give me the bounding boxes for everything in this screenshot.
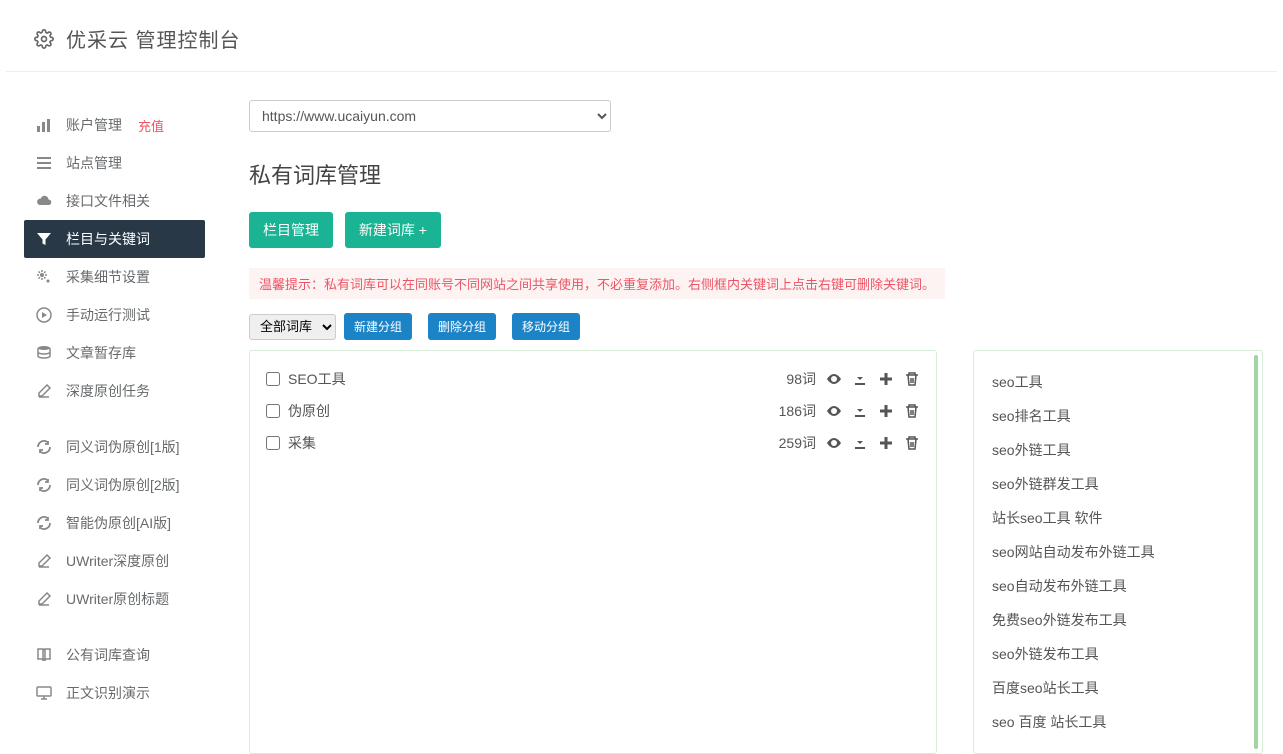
word-count: 186词 [779,401,816,421]
sidebar-item-label: 栏目与关键词 [66,229,150,249]
row-checkbox[interactable] [266,436,280,450]
sidebar-item[interactable]: 智能伪原创[AI版] [24,504,205,542]
wordlib-row: 伪原创 186词 [266,395,920,427]
group-select[interactable]: 全部词库 [249,314,336,340]
keyword-item[interactable]: seo网站自动发布外链工具 [992,535,1244,569]
download-icon[interactable] [852,371,868,387]
sidebar-item[interactable]: 文章暂存库 [24,334,205,372]
filter-icon [36,231,52,247]
download-icon[interactable] [852,435,868,451]
edit-icon [36,591,52,607]
recharge-badge[interactable]: 充值 [138,116,164,135]
plus-icon[interactable] [878,371,894,387]
wordlib-name[interactable]: 采集 [288,433,316,453]
row-checkbox[interactable] [266,404,280,418]
new-wordlib-button[interactable]: 新建词库 + [345,212,441,248]
sidebar-item[interactable]: UWriter原创标题 [24,580,205,618]
word-count: 259词 [779,433,816,453]
sidebar-item-label: 同义词伪原创[1版] [66,437,180,457]
wordlib-row: 采集 259词 [266,427,920,459]
sidebar-item[interactable]: UWriter深度原创 [24,542,205,580]
keyword-item[interactable]: seo自动发布外链工具 [992,569,1244,603]
page-title: 私有词库管理 [249,158,1263,190]
sidebar-item-label: 接口文件相关 [66,191,150,211]
book-icon [36,647,52,663]
sidebar-item[interactable]: 手动运行测试 [24,296,205,334]
wordlib-name[interactable]: 伪原创 [288,401,330,421]
sidebar-item-label: 站点管理 [66,153,122,173]
word-count: 98词 [786,369,816,389]
gear-icon [34,29,54,49]
sidebar-item[interactable]: 公有词库查询 [24,636,205,674]
eye-icon[interactable] [826,371,842,387]
list-icon [36,155,52,171]
wordlib-list-panel: SEO工具 98词伪原创 186词采集 259词 [249,350,937,754]
keyword-item[interactable]: seo工具 [992,365,1244,399]
sidebar-item-label: 文章暂存库 [66,343,136,363]
column-manage-button[interactable]: 栏目管理 [249,212,333,248]
sidebar-item[interactable]: 栏目与关键词 [24,220,205,258]
keyword-item[interactable]: 百度seo站长工具 [992,671,1244,705]
keyword-list-panel: seo工具seo排名工具seo外链工具seo外链群发工具站长seo工具 软件se… [973,350,1263,754]
main-content: https://www.ucaiyun.com 私有词库管理 栏目管理 新建词库… [215,86,1283,754]
sidebar-item[interactable]: 正文识别演示 [24,674,205,712]
site-select[interactable]: https://www.ucaiyun.com [249,100,611,132]
warning-tip: 温馨提示：私有词库可以在同账号不同网站之间共享使用，不必重复添加。右侧框内关键词… [249,268,945,299]
edit-icon [36,383,52,399]
row-checkbox[interactable] [266,372,280,386]
sidebar-item[interactable]: 深度原创任务 [24,372,205,410]
refresh-icon [36,515,52,531]
cloud-icon [36,193,52,209]
sidebar-item[interactable]: 接口文件相关 [24,182,205,220]
trash-icon[interactable] [904,403,920,419]
wordlib-name[interactable]: SEO工具 [288,369,346,389]
sidebar-item[interactable]: 采集细节设置 [24,258,205,296]
keyword-item[interactable]: 站长seo工具 软件 [992,501,1244,535]
sidebar-item[interactable]: 站点管理 [24,144,205,182]
sidebar-item[interactable]: 同义词伪原创[1版] [24,428,205,466]
plus-icon[interactable] [878,403,894,419]
sidebar-item-label: 深度原创任务 [66,381,150,401]
refresh-icon [36,477,52,493]
refresh-icon [36,439,52,455]
eye-icon[interactable] [826,403,842,419]
play-icon [36,307,52,323]
sidebar-item-label: UWriter原创标题 [66,589,169,609]
move-group-button[interactable]: 移动分组 [512,313,580,340]
keyword-item[interactable]: seo排名工具 [992,399,1244,433]
sidebar-item-label: UWriter深度原创 [66,551,169,571]
plus-icon[interactable] [878,435,894,451]
wordlib-row: SEO工具 98词 [266,363,920,395]
download-icon[interactable] [852,403,868,419]
keyword-item[interactable]: seo外链发布工具 [992,637,1244,671]
bar-chart-icon [36,117,52,133]
delete-group-button[interactable]: 删除分组 [428,313,496,340]
keyword-item[interactable]: seo外链群发工具 [992,467,1244,501]
sidebar-item-label: 手动运行测试 [66,305,150,325]
sidebar-item-label: 账户管理 [66,115,122,135]
group-toolbar: 全部词库 新建分组 删除分组 移动分组 [249,313,1263,340]
sidebar-item-label: 同义词伪原创[2版] [66,475,180,495]
keyword-item[interactable]: seo 百度 站长工具 [992,705,1244,739]
sidebar-item-label: 智能伪原创[AI版] [66,513,171,533]
sidebar-item[interactable]: 同义词伪原创[2版] [24,466,205,504]
new-group-button[interactable]: 新建分组 [344,313,412,340]
edit-icon [36,553,52,569]
sidebar-item-label: 公有词库查询 [66,645,150,665]
eye-icon[interactable] [826,435,842,451]
trash-icon[interactable] [904,371,920,387]
keyword-item[interactable]: seo外链工具 [992,433,1244,467]
cogs-icon [36,269,52,285]
sidebar-item-label: 采集细节设置 [66,267,150,287]
database-icon [36,345,52,361]
monitor-icon [36,685,52,701]
app-title: 优采云 管理控制台 [66,24,241,53]
sidebar-item-label: 正文识别演示 [66,683,150,703]
sidebar: 账户管理充值站点管理接口文件相关栏目与关键词采集细节设置手动运行测试文章暂存库深… [0,86,215,754]
keyword-item[interactable]: 免费seo外链发布工具 [992,603,1244,637]
trash-icon[interactable] [904,435,920,451]
top-bar: 优采云 管理控制台 [6,6,1277,72]
sidebar-item[interactable]: 账户管理充值 [24,106,205,144]
